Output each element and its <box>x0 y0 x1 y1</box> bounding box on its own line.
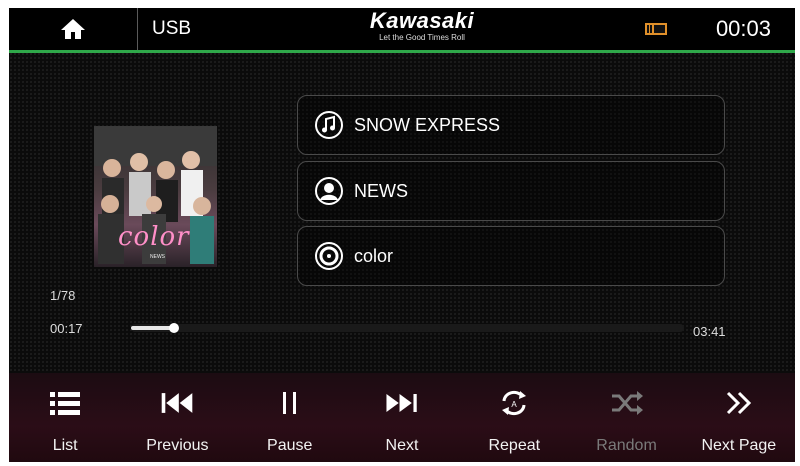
brand-tagline: Let the Good Times Roll <box>379 33 465 42</box>
list-button[interactable]: List <box>9 373 121 462</box>
repeat-label: Repeat <box>488 437 541 454</box>
brand-name: Kawasaki <box>369 8 475 33</box>
clock: 00:03 <box>715 16 771 41</box>
artist-icon <box>314 176 344 206</box>
artist-name: NEWS <box>354 180 408 201</box>
next-page-button[interactable]: Next Page <box>683 373 795 462</box>
album-art-title: color <box>118 222 190 252</box>
home-icon <box>61 19 85 39</box>
list-icon <box>47 385 83 421</box>
progress-fill <box>131 326 174 330</box>
svg-text:A: A <box>512 400 518 409</box>
source-label: USB <box>152 18 192 39</box>
progress-bar[interactable] <box>131 323 684 333</box>
home-button[interactable] <box>9 8 138 50</box>
track-index: 1/78 <box>50 288 76 303</box>
music-note-icon <box>314 110 344 140</box>
album-art: color NEWS <box>94 126 217 267</box>
random-button[interactable]: Random <box>570 373 682 462</box>
next-icon <box>384 385 420 421</box>
song-title: SNOW EXPRESS <box>354 114 501 135</box>
random-label: Random <box>596 437 657 454</box>
status-bar: USB Kawasaki Let the Good Times Roll 00:… <box>9 8 795 53</box>
next-button[interactable]: Next <box>346 373 458 462</box>
previous-icon <box>159 385 195 421</box>
next-page-icon <box>721 385 757 421</box>
album-disc-icon <box>314 241 344 271</box>
media-card-icon <box>645 23 667 35</box>
progress-knob[interactable] <box>168 323 179 333</box>
total-time: 03:41 <box>693 324 726 339</box>
pause-label: Pause <box>267 437 313 454</box>
song-title-row: SNOW EXPRESS <box>297 95 725 155</box>
media-player-screen: USB Kawasaki Let the Good Times Roll 00:… <box>9 8 795 462</box>
next-label: Next <box>385 437 419 454</box>
album-art-artist: NEWS <box>150 254 165 260</box>
brand-logo: Kawasaki Let the Good Times Roll <box>309 10 535 44</box>
shuffle-icon <box>609 385 645 421</box>
repeat-button[interactable]: A Repeat <box>458 373 570 462</box>
elapsed-time: 00:17 <box>50 321 83 336</box>
pause-icon <box>272 385 308 421</box>
album-name: color <box>354 245 394 266</box>
next-page-label: Next Page <box>701 437 777 454</box>
previous-button[interactable]: Previous <box>121 373 233 462</box>
repeat-icon: A <box>496 385 532 421</box>
artist-row: NEWS <box>297 161 725 221</box>
album-row: color <box>297 226 725 286</box>
list-label: List <box>52 437 78 454</box>
control-bar: List Previous Pause Next A Repeat Random… <box>9 373 795 462</box>
pause-button[interactable]: Pause <box>234 373 346 462</box>
previous-label: Previous <box>146 437 209 454</box>
